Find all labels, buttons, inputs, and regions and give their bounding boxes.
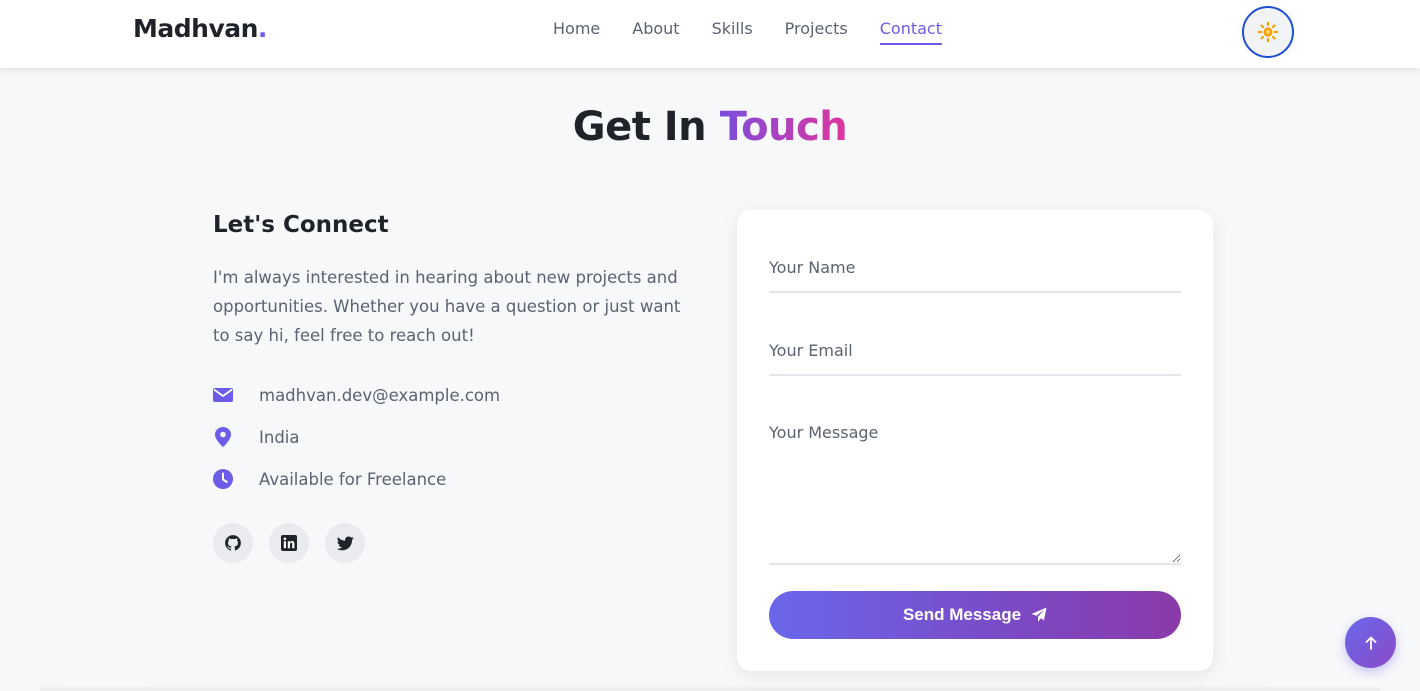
nav-contact[interactable]: Contact	[879, 19, 942, 45]
message-textarea[interactable]	[769, 423, 1181, 565]
envelope-icon	[213, 385, 233, 405]
linkedin-icon	[281, 535, 297, 551]
name-input[interactable]	[769, 257, 1181, 293]
github-link[interactable]	[213, 523, 253, 563]
logo-text: Madhvan	[133, 14, 258, 43]
contact-availability-text: Available for Freelance	[259, 469, 447, 489]
nav-skills[interactable]: Skills	[712, 19, 753, 45]
contact-availability-item: Available for Freelance	[213, 469, 446, 489]
nav-about[interactable]: About	[632, 19, 679, 45]
theme-toggle-button[interactable]	[1242, 6, 1294, 58]
linkedin-link[interactable]	[269, 523, 309, 563]
scroll-top-button[interactable]	[1345, 617, 1396, 668]
footer-edge-shadow	[40, 684, 1380, 691]
connect-title: Let's Connect	[213, 212, 389, 238]
contact-location-item: India	[213, 427, 300, 447]
clock-icon	[213, 469, 233, 489]
logo-dot: .	[257, 14, 268, 43]
paper-plane-icon	[1031, 607, 1047, 622]
logo[interactable]: Madhvan.	[133, 14, 267, 43]
send-message-label: Send Message	[902, 605, 1022, 624]
section-title: Get In Touch	[0, 104, 1420, 150]
sun-icon	[1257, 21, 1279, 43]
navbar: Madhvan. Home About Skills Projects Cont…	[0, 0, 1420, 68]
send-message-button[interactable]: Send Message	[769, 591, 1181, 639]
contact-location-text: India	[259, 427, 300, 447]
contact-email-text: madhvan.dev@example.com	[259, 385, 501, 405]
email-input[interactable]	[769, 340, 1181, 376]
github-icon	[225, 535, 241, 551]
contact-email-item: madhvan.dev@example.com	[213, 385, 500, 405]
location-pin-icon	[213, 427, 233, 447]
section-title-main: Get In	[572, 104, 707, 150]
connect-description: I'm always interested in hearing about n…	[213, 268, 681, 345]
arrow-up-icon	[1365, 636, 1376, 650]
nav-links: Home About Skills Projects Contact	[553, 19, 942, 45]
contact-form: Send Message	[737, 210, 1213, 671]
nav-projects[interactable]: Projects	[785, 19, 848, 45]
nav-home[interactable]: Home	[553, 19, 600, 45]
twitter-link[interactable]	[325, 523, 365, 563]
section-title-accent: Touch	[719, 104, 848, 150]
twitter-icon	[336, 535, 354, 550]
